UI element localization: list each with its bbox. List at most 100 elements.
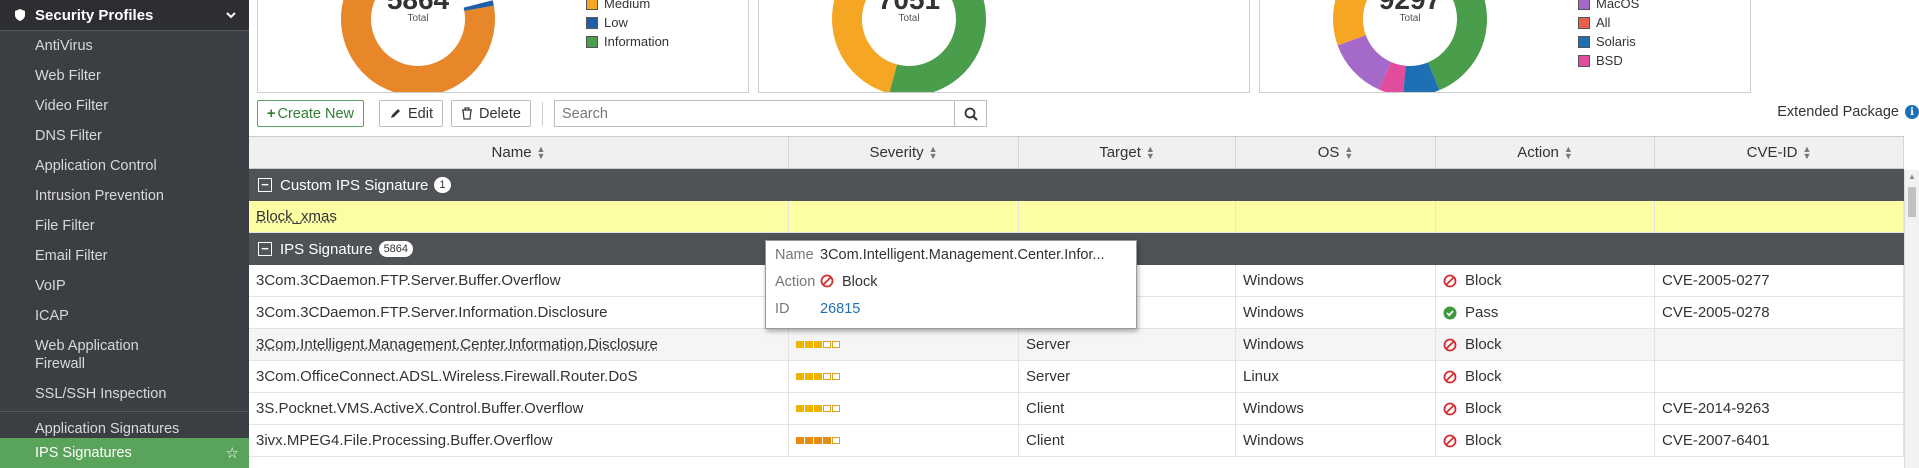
sidebar-item-label: Video Filter	[35, 98, 109, 114]
block-icon	[1443, 402, 1457, 415]
legend-item: Low	[586, 13, 669, 32]
scroll-up-icon[interactable]: ▲	[1908, 172, 1916, 181]
signature-name[interactable]: Block_xmas	[256, 208, 337, 225]
table-row[interactable]: 3S.Pocknet.VMS.ActiveX.Control.Buffer.Ov…	[249, 393, 1904, 425]
search-button[interactable]	[954, 100, 987, 127]
signature-name[interactable]: 3ivx.MPEG4.File.Processing.Buffer.Overfl…	[256, 432, 553, 449]
signature-name[interactable]: 3Com.OfficeConnect.ADSL.Wireless.Firewal…	[256, 368, 638, 385]
sort-icon[interactable]: ▲ ▼	[1802, 144, 1811, 160]
sidebar-item-ips-signatures[interactable]: IPS Signatures ☆	[0, 438, 249, 468]
block-icon	[820, 274, 834, 287]
delete-button[interactable]: Delete	[451, 100, 531, 127]
target-total: 7051	[829, 0, 989, 14]
legend-swatch	[1578, 54, 1590, 67]
table-row[interactable]: 3ivx.MPEG4.File.Processing.Buffer.Overfl…	[249, 425, 1904, 457]
main-content: 5864 Total Medium Low Information 7051 Tot…	[249, 0, 1919, 468]
column-header-action[interactable]: Action ▲ ▼	[1436, 137, 1655, 168]
column-header-cve-id[interactable]: CVE-ID ▲ ▼	[1655, 137, 1904, 168]
action-value: Block	[1465, 400, 1502, 417]
collapse-icon[interactable]: −	[258, 242, 272, 256]
legend-swatch	[1578, 16, 1590, 29]
column-header-target[interactable]: Target ▲ ▼	[1019, 137, 1236, 168]
sidebar-item-file-filter[interactable]: File Filter	[0, 211, 249, 241]
tooltip-key: Name	[775, 246, 814, 263]
scrollbar-thumb[interactable]	[1908, 187, 1916, 217]
action-value: Block	[1465, 368, 1502, 385]
os-value: Windows	[1243, 272, 1304, 289]
column-header-name[interactable]: Name ▲ ▼	[249, 137, 789, 168]
tooltip-id-link[interactable]: 26815	[820, 301, 1120, 317]
info-icon[interactable]: i	[1905, 105, 1919, 119]
os-value: Linux	[1243, 368, 1279, 385]
column-header-os[interactable]: OS ▲ ▼	[1236, 137, 1436, 168]
severity-indicator	[796, 341, 840, 348]
sidebar-item-email-filter[interactable]: Email Filter	[0, 241, 249, 271]
target-value: Client	[1026, 400, 1065, 417]
sidebar-item-video-filter[interactable]: Video Filter	[0, 91, 249, 121]
table-row[interactable]: 3Com.Intelligent.Management.Center.Infor…	[249, 329, 1904, 361]
sort-icon[interactable]: ▲ ▼	[929, 144, 938, 160]
signature-name[interactable]: 3Com.3CDaemon.FTP.Server.Information.Dis…	[256, 304, 608, 321]
sidebar-item-web-filter[interactable]: Web Filter	[0, 61, 249, 91]
sidebar-item-icap[interactable]: ICAP	[0, 301, 249, 331]
cve-id-value: CVE-2005-0278	[1662, 304, 1770, 321]
target-value: Server	[1026, 336, 1071, 353]
search-input[interactable]	[554, 100, 959, 127]
create-new-button[interactable]: + Create New	[257, 100, 365, 127]
sidebar-item-application-control[interactable]: Application Control	[0, 151, 249, 181]
legend-item: Information	[586, 32, 669, 51]
sidebar-item-label: VoIP	[35, 278, 66, 294]
severity-total: 5864	[338, 0, 498, 14]
sidebar-item-label: Email Filter	[35, 248, 108, 264]
table-row[interactable]: Block_xmas	[249, 201, 1904, 233]
group-count-badge: 5864	[378, 241, 414, 257]
legend-swatch	[586, 35, 598, 48]
block-icon	[1443, 370, 1457, 383]
check-circle-icon	[1443, 306, 1457, 319]
edit-button[interactable]: Edit	[379, 100, 443, 127]
signature-tooltip: Name 3Com.Intelligent.Management.Center.I…	[765, 240, 1137, 329]
shield-icon	[15, 9, 25, 21]
severity-indicator	[796, 437, 840, 444]
search-icon	[964, 107, 978, 121]
legend-label: MacOS	[1596, 0, 1640, 11]
tooltip-name-value: 3Com.Intelligent.Management.Center.Infor…	[820, 246, 1105, 263]
star-icon[interactable]: ☆	[226, 444, 239, 462]
extended-package-label: Extended Package i	[1777, 104, 1919, 120]
table-row[interactable]: 3Com.OfficeConnect.ADSL.Wireless.Firewal…	[249, 361, 1904, 393]
os-value: Windows	[1243, 400, 1304, 417]
sort-icon[interactable]: ▲ ▼	[1146, 144, 1155, 160]
chevron-down-icon[interactable]	[225, 9, 237, 21]
sidebar-item-ssl-ssh-inspection[interactable]: SSL/SSH Inspection	[0, 379, 249, 409]
sort-icon[interactable]: ▲ ▼	[537, 144, 546, 160]
sidebar-item-antivirus[interactable]: AntiVirus	[0, 31, 249, 61]
sort-icon[interactable]: ▲ ▼	[1344, 144, 1353, 160]
sidebar-section-header[interactable]: Security Profiles	[0, 0, 249, 31]
sidebar-item-dns-filter[interactable]: DNS Filter	[0, 121, 249, 151]
target-value: Server	[1026, 368, 1071, 385]
target-value: Client	[1026, 432, 1065, 449]
sidebar-section-title: Security Profiles	[35, 6, 154, 24]
signature-name[interactable]: 3Com.3CDaemon.FTP.Server.Buffer.Overflow	[256, 272, 561, 289]
os-total: 9297	[1330, 0, 1490, 14]
sort-icon[interactable]: ▲ ▼	[1564, 144, 1573, 160]
toolbar-divider	[542, 102, 543, 126]
sidebar: Security Profiles AntiVirus Web Filter Vid…	[0, 0, 249, 468]
sidebar-item-voip[interactable]: VoIP	[0, 271, 249, 301]
legend-label: Information	[604, 34, 670, 49]
signature-name[interactable]: 3Com.Intelligent.Management.Center.Infor…	[256, 336, 658, 353]
sidebar-item-intrusion-prevention[interactable]: Intrusion Prevention	[0, 181, 249, 211]
vertical-scrollbar[interactable]: ▲	[1904, 170, 1919, 468]
sidebar-item-web-application-firewall[interactable]: Web Application Firewall	[0, 331, 249, 379]
legend-swatch	[1578, 0, 1590, 10]
legend-item: Medium	[586, 0, 669, 13]
collapse-icon[interactable]: −	[258, 178, 272, 192]
cve-id-value: CVE-2007-6401	[1662, 432, 1770, 449]
signature-name[interactable]: 3S.Pocknet.VMS.ActiveX.Control.Buffer.Ov…	[256, 400, 583, 417]
group-header-custom[interactable]: − Custom IPS Signature 1	[249, 169, 1904, 201]
severity-indicator	[796, 373, 840, 380]
pencil-icon	[391, 109, 400, 118]
sidebar-item-label: ICAP	[35, 308, 69, 324]
column-header-severity[interactable]: Severity ▲ ▼	[789, 137, 1019, 168]
sidebar-item-label: File Filter	[35, 218, 95, 234]
